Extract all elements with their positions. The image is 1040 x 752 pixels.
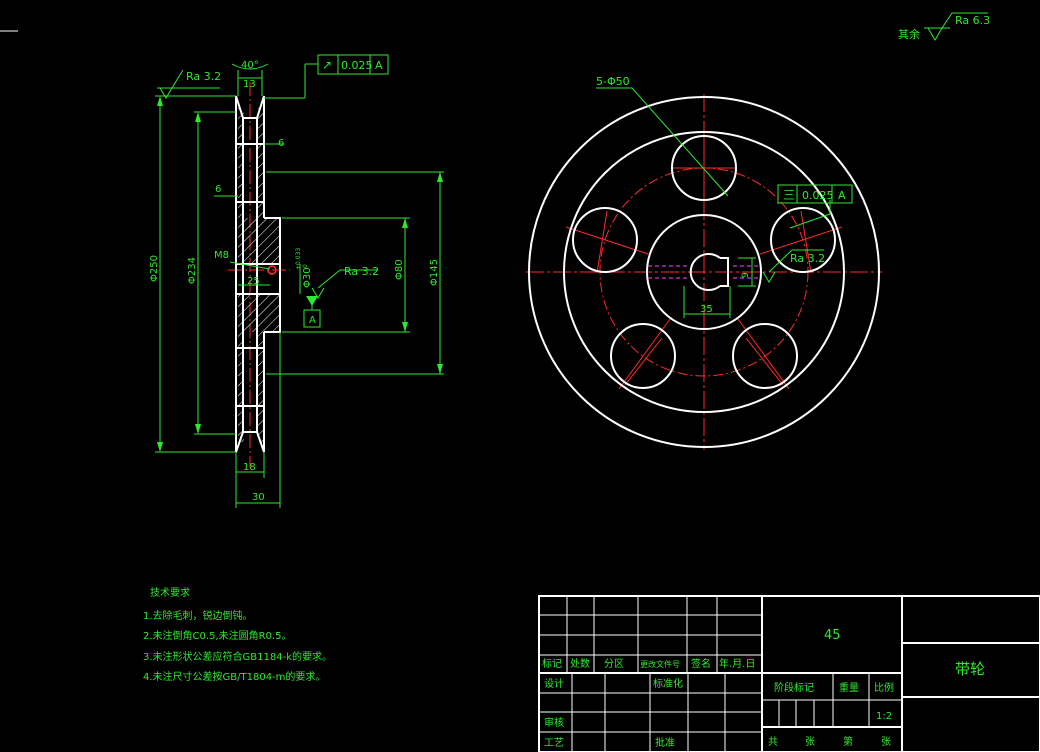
front-view: 5-Φ50 三 0.025 A Ra 3.2 35 9 bbox=[526, 75, 882, 450]
symmetry-datum: A bbox=[838, 189, 846, 202]
ra-bore-label: Ra 3.2 bbox=[344, 265, 379, 278]
roughness-rest: 其余 Ra 6.3 bbox=[898, 12, 990, 41]
tb-header-count: 处数 bbox=[570, 657, 590, 670]
dim-thread-depth: 25 bbox=[247, 276, 260, 287]
dim-groove-pitch: 18 bbox=[243, 462, 256, 473]
title-block-labels: 标记 处数 分区 更改文件号 签名 年.月.日 设计 标准化 审核 工艺 批准 … bbox=[542, 628, 985, 749]
tb-header-sign: 签名 bbox=[691, 657, 711, 670]
dim-bore-tol-upper: +0.033 bbox=[295, 248, 302, 270]
dim-bore: Φ30 bbox=[302, 267, 313, 288]
dim-groove-gap-1: 6 bbox=[278, 138, 284, 149]
tb-header-change-doc: 更改文件号 bbox=[640, 659, 680, 669]
runout-symbol: ↗ bbox=[322, 58, 332, 72]
dim-groove-gap-2: 6 bbox=[215, 184, 221, 195]
symmetry-value: 0.025 bbox=[802, 189, 834, 202]
dim-bore-tol-lower: 0 bbox=[302, 264, 309, 268]
tb-scale-value: 1:2 bbox=[876, 711, 892, 722]
datum-triangle bbox=[306, 296, 318, 306]
ra-key-label: Ra 3.2 bbox=[790, 252, 825, 265]
section-hatching bbox=[238, 108, 280, 442]
tb-sheets-1: 张 bbox=[805, 736, 815, 748]
runout-value: 0.025 bbox=[341, 59, 373, 72]
tb-total: 共 bbox=[768, 736, 778, 748]
symmetry-symbol: 三 bbox=[783, 188, 795, 202]
datum-label: A bbox=[309, 315, 316, 326]
runout-datum: A bbox=[375, 59, 383, 72]
tb-process: 工艺 bbox=[544, 737, 564, 749]
dim-35-label: 35 bbox=[700, 304, 713, 315]
dim-width: 30 bbox=[252, 492, 265, 503]
title-block: 标记 处数 分区 更改文件号 签名 年.月.日 设计 标准化 审核 工艺 批准 … bbox=[538, 595, 1040, 752]
drawing-svg: Ra 3.2 40° 13 ↗ 0.025 A 6 6 M8 25 Ra 3.2… bbox=[0, 12, 1040, 752]
tb-header-date: 年.月.日 bbox=[719, 657, 755, 670]
dim-pitch-dia: Φ234 bbox=[187, 257, 198, 284]
dim-keyway-width: 9 bbox=[741, 272, 751, 278]
tb-page: 第 bbox=[843, 735, 853, 748]
dim-web-dia: Φ145 bbox=[429, 259, 440, 286]
notes-title: 技术要求 bbox=[150, 586, 190, 599]
note-2: 2.未注倒角C0.5,未注圆角R0.5。 bbox=[143, 629, 291, 642]
tb-stage-mark: 阶段标记 bbox=[774, 681, 814, 694]
rest-label: 其余 bbox=[898, 27, 920, 41]
tb-scale: 比例 bbox=[874, 681, 894, 694]
rest-value: Ra 6.3 bbox=[955, 14, 990, 27]
groove-angle-label: 40° bbox=[241, 60, 259, 71]
tb-weight: 重量 bbox=[839, 681, 859, 694]
tb-review: 审核 bbox=[544, 716, 564, 729]
dim-outer-dia: Φ250 bbox=[149, 255, 160, 282]
dim-thread-label: M8 bbox=[214, 250, 229, 261]
tb-header-mark: 标记 bbox=[542, 658, 562, 670]
section-view: Ra 3.2 40° 13 ↗ 0.025 A 6 6 M8 25 Ra 3.2… bbox=[149, 54, 444, 508]
groove-width-label: 13 bbox=[243, 79, 256, 90]
tb-header-zone: 分区 bbox=[604, 658, 624, 670]
tb-part-name: 带轮 bbox=[955, 660, 985, 678]
note-1: 1.去除毛刺，锐边倒钝。 bbox=[143, 609, 253, 622]
section-labels: Ra 3.2 40° 13 ↗ 0.025 A 6 6 M8 25 Ra 3.2… bbox=[149, 58, 440, 503]
note-4: 4.未注尺寸公差按GB/T1804-m的要求。 bbox=[143, 670, 325, 683]
tb-sheets-2: 张 bbox=[881, 736, 891, 748]
section-dimension-lines bbox=[155, 63, 444, 508]
note-3: 3.未注形状公差应符合GB1184-k的要求。 bbox=[143, 650, 332, 663]
ra-top-label: Ra 3.2 bbox=[186, 70, 221, 83]
holes-label: 5-Φ50 bbox=[596, 75, 630, 88]
tb-design: 设计 bbox=[544, 677, 564, 690]
cad-drawing-canvas: Ra 3.2 40° 13 ↗ 0.025 A 6 6 M8 25 Ra 3.2… bbox=[0, 0, 1040, 752]
tb-approve: 批准 bbox=[655, 736, 675, 749]
front-centerlines bbox=[526, 94, 882, 450]
technical-notes: 技术要求 1.去除毛刺，锐边倒钝。 2.未注倒角C0.5,未注圆角R0.5。 3… bbox=[143, 586, 332, 683]
tb-material: 45 bbox=[824, 628, 841, 643]
tb-standardize: 标准化 bbox=[653, 677, 683, 690]
dim-hub-dia: Φ80 bbox=[394, 259, 405, 280]
